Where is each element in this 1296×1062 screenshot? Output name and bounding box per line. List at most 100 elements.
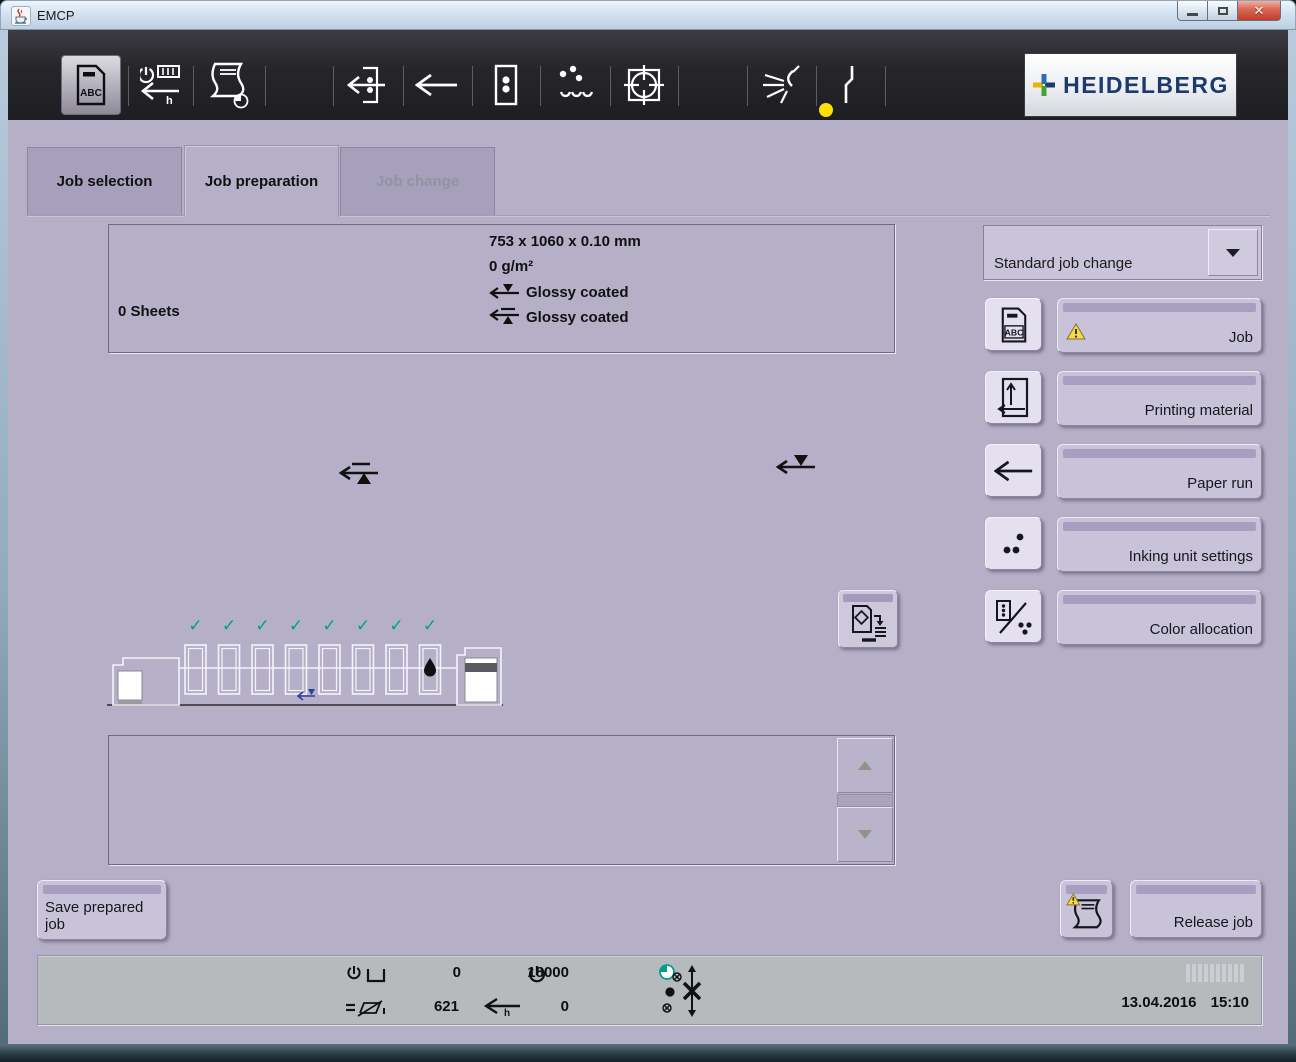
warning-status-dot [819,103,833,117]
toolbar-separator [540,66,541,106]
close-button[interactable]: ✕ [1237,1,1281,21]
button-strip [1063,376,1256,385]
printing-material-icon-button[interactable] [985,371,1042,424]
total-counter-value: 0 [368,964,461,981]
svg-text:✓: ✓ [356,616,370,635]
job-button-label: Job [1229,329,1253,346]
paper-run-button[interactable]: Paper run [1057,444,1262,499]
job-button-toolbar[interactable]: ABC [62,56,120,114]
color-allocation-button-label: Color allocation [1150,621,1253,638]
coating-back-label: Glossy coated [489,306,629,328]
paper-run-arrow-icon [994,459,1034,483]
tab-job-preparation-label: Job preparation [205,173,318,190]
job-button[interactable]: Job [1057,298,1262,353]
paper-run-button-toolbar[interactable] [408,56,466,114]
job-queue-icon-button[interactable] [1060,880,1113,938]
job-document-icon: ABC [998,306,1030,344]
signal-strength-bar [1186,964,1244,982]
svg-text:h: h [166,95,173,107]
message-list[interactable] [108,735,895,865]
sheet-count-label: 0 Sheets [118,303,180,320]
dampening-icon [553,64,597,106]
color-allocation-icon [994,597,1034,637]
warning-icon [1066,323,1086,345]
toolbar-separator [747,66,748,106]
toolbar-separator [610,66,611,106]
maximize-icon [1218,7,1228,15]
release-job-label: Release job [1174,914,1253,931]
button-strip [43,885,161,894]
toolbar-separator [403,66,404,106]
paper-format-label: 753 x 1060 x 0.10 mm [489,233,641,250]
speed-preset-value: 18000 [479,964,569,981]
printing-material-button[interactable]: Printing material [1057,371,1262,426]
job-time-button-toolbar[interactable] [199,56,257,114]
color-allocation-button[interactable]: Color allocation [1057,590,1262,645]
toolbar-separator [885,66,886,106]
title-bar[interactable]: EMCP ✕ [0,0,1296,30]
printing-unit-icon [492,63,520,107]
svg-text:✓: ✓ [188,616,202,635]
list-scrollbar[interactable] [837,737,893,863]
toolbar-separator [816,66,817,106]
svg-text:✓: ✓ [322,616,336,635]
dampening-button-toolbar[interactable] [546,56,604,114]
toolbar-separator [472,66,473,106]
arrow-down-icon [858,830,872,846]
color-allocation-icon-button[interactable] [985,590,1042,643]
feeder-button-toolbar[interactable] [339,56,397,114]
heidelberg-logo: HEIDELBERG [1024,53,1237,117]
paper-run-icon-button[interactable] [985,444,1042,497]
java-app-icon [11,6,31,26]
paper-grammage-label: 0 g/m² [489,258,533,275]
job-data-transfer-button[interactable] [838,590,898,648]
job-sheet-warning-icon [1066,893,1108,935]
tab-job-selection-label: Job selection [57,173,153,190]
svg-text:✓: ✓ [423,616,437,635]
scroll-thumb[interactable] [837,794,893,807]
coating-mark-front-icon [338,460,380,495]
heidelberg-cross-icon [1032,73,1056,97]
job-document-icon: ABC [73,63,109,107]
save-prepared-job-button[interactable]: Save prepared job [37,880,167,940]
plate-to-list-icon [850,604,888,642]
remaining-counter-value: 0 [479,998,569,1015]
release-job-button[interactable]: Release job [1130,880,1262,938]
counter-button-toolbar[interactable]: h [132,56,190,114]
printing-unit-button-toolbar[interactable] [477,56,535,114]
scroll-up-button[interactable] [837,738,893,793]
scroll-down-button[interactable] [837,807,893,862]
inking-dots-icon [999,531,1029,557]
coating-back-icon [489,306,521,328]
paper-run-arrow-icon [415,72,459,98]
window-border-right [1288,30,1296,1044]
svg-text:✓: ✓ [389,616,403,635]
coater-droplet-icon [424,658,436,677]
heidelberg-wordmark: HEIDELBERG [1063,72,1229,99]
coating-front-label: Glossy coated [489,281,629,303]
tab-job-selection[interactable]: Job selection [27,147,182,215]
svg-text:✓: ✓ [289,616,303,635]
button-strip [1136,885,1256,894]
svg-text:✓: ✓ [255,616,269,635]
inking-unit-icon-button[interactable] [985,517,1042,570]
printing-units [185,645,441,694]
job-icon-button[interactable]: ABC [985,298,1042,351]
maximize-button[interactable] [1207,1,1237,21]
button-strip [843,594,893,602]
window-title: EMCP [37,8,75,23]
powder-spray-button-toolbar[interactable] [752,56,810,114]
job-change-mode-dropdown[interactable]: Standard job change [983,225,1262,280]
inking-unit-settings-button[interactable]: Inking unit settings [1057,517,1262,572]
window-border-bottom [0,1044,1296,1062]
application-window: EMCP ✕ ABC [0,0,1296,1062]
button-strip [1063,522,1256,531]
button-strip [1063,303,1256,312]
fault-lightning-icon [838,63,862,107]
tab-job-preparation[interactable]: Job preparation [184,145,339,217]
feeder-unit [457,648,501,705]
register-button-toolbar[interactable] [615,56,673,114]
paper-run-button-label: Paper run [1187,475,1253,492]
dropdown-arrow-button[interactable] [1208,229,1258,276]
minimize-button[interactable] [1177,1,1207,21]
